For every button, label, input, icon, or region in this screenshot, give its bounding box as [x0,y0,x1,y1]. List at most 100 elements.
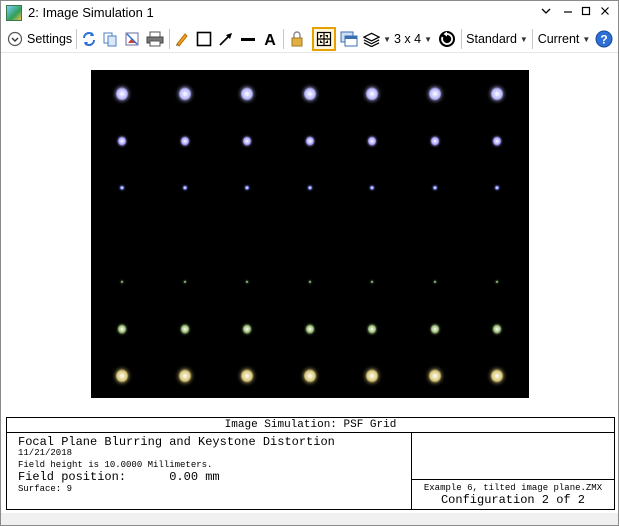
line-tool[interactable] [239,28,257,50]
fit-button[interactable] [312,27,336,51]
info-left-cell: Focal Plane Blurring and Keystone Distor… [7,433,412,509]
psf-spot [118,136,126,146]
psf-spot [183,280,186,284]
psf-spot [182,185,187,191]
help-icon: ? [595,30,613,48]
plot-date: 11/21/2018 [18,448,73,458]
print-icon [146,31,164,47]
psf-spot [243,136,251,146]
current-dropdown[interactable]: Current ▼ [537,28,591,50]
psf-spot [370,185,374,191]
arrow-tool[interactable] [217,28,235,50]
window-button[interactable] [339,28,359,50]
psf-spot [491,369,503,383]
psf-spot [370,280,374,284]
auto-update-button[interactable] [436,28,458,50]
layout-dropdown[interactable]: 3 x 4 ▼ [394,28,432,50]
psf-spot [116,87,128,101]
refresh-button[interactable] [80,28,98,50]
pencil-icon [176,33,188,47]
settings-toggle-icon [7,31,23,47]
pin-dropdown-icon[interactable] [536,3,556,21]
arrow-icon [219,33,232,46]
psf-spot [433,280,436,284]
psf-spot [491,87,503,101]
toolbar-separator [76,29,77,49]
psf-spot [303,87,316,101]
psf-spot [245,280,249,284]
chevron-down-icon: ▼ [383,34,391,44]
lock-button[interactable] [288,28,306,50]
configuration-label: Configuration 2 of 2 [440,493,586,507]
export-button[interactable] [123,28,141,50]
status-bar [1,513,618,525]
psf-spot [120,185,124,191]
psf-spot [305,136,314,146]
psf-spot [430,324,439,334]
psf-spot [368,136,376,146]
clock-icon [439,31,455,47]
psf-spot [303,369,316,383]
toolbar-separator [532,29,533,49]
print-button[interactable] [145,28,165,50]
toolbar-separator [283,29,284,49]
info-panel: Image Simulation: PSF Grid Focal Plane B… [6,417,615,510]
surface-label: Surface: 9 [18,484,73,494]
psf-spot [307,185,312,191]
psf-spot [305,324,314,334]
help-button[interactable]: ? [594,28,614,50]
psf-spot [180,136,189,146]
file-name: Example 6, tilted image plane.ZMX [423,483,603,493]
window-icon [340,31,358,47]
psf-spot [241,369,253,383]
export-icon [125,32,139,46]
psf-spot [432,185,437,191]
rectangle-icon [196,31,212,47]
lock-icon [291,31,303,47]
pencil-tool[interactable] [173,28,191,50]
info-right-blank [412,433,614,480]
app-icon [6,5,22,21]
copy-button[interactable] [101,28,119,50]
layers-dropdown[interactable]: ▼ [363,28,391,50]
psf-spot [245,185,249,191]
psf-spot [366,369,378,383]
info-right-cell: Example 6, tilted image plane.ZMX Config… [412,480,614,509]
psf-spot [180,324,189,334]
svg-text:A: A [264,32,276,47]
psf-spot [178,87,191,101]
psf-spot [178,369,191,383]
psf-spot [493,136,501,146]
psf-spot [368,324,376,334]
copy-icon [103,32,117,47]
fit-icon [316,31,332,47]
psf-spot [241,87,253,101]
close-button[interactable] [595,3,615,21]
standard-dropdown[interactable]: Standard ▼ [466,28,528,50]
window-title: 2: Image Simulation 1 [28,5,154,20]
plot-area [1,54,618,414]
field-position: Field position: 0.00 mm [18,470,220,484]
psf-spot [308,280,311,284]
minimize-button[interactable] [558,3,578,21]
settings-button[interactable]: Settings [7,28,75,50]
psf-grid-image[interactable] [91,70,529,398]
layers-icon [363,32,381,47]
text-tool[interactable]: A [261,28,279,50]
chevron-down-icon: ▼ [582,34,591,44]
chevron-down-icon: ▼ [424,34,433,44]
rectangle-tool[interactable] [195,28,213,50]
psf-spot [430,136,439,146]
title-bar[interactable]: 2: Image Simulation 1 [1,1,618,25]
psf-spot [366,87,378,101]
svg-text:?: ? [600,33,607,47]
layout-label: 3 x 4 [393,32,422,46]
psf-spot [118,324,126,334]
psf-spot [495,280,499,284]
toolbar-separator [169,29,170,49]
text-icon: A [264,32,276,47]
toolbar-separator [461,29,462,49]
psf-spot [495,185,499,191]
maximize-button[interactable] [576,3,596,21]
settings-label: Settings [27,32,73,46]
